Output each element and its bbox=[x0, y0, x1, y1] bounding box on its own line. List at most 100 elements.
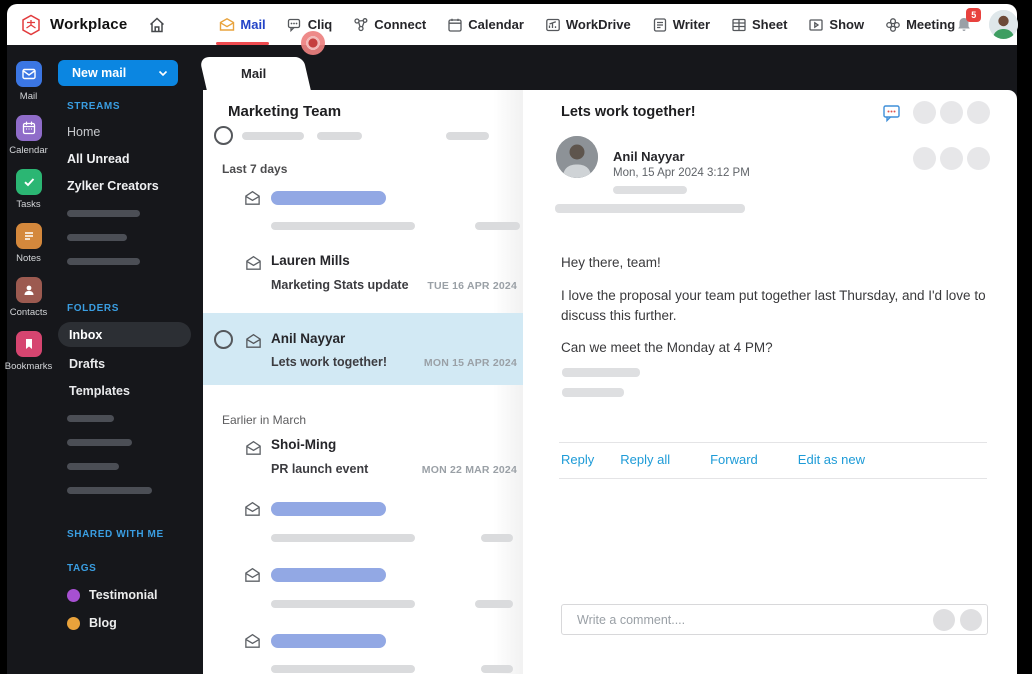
reply-all-link[interactable]: Reply all bbox=[620, 452, 670, 467]
sidebar-item-inbox[interactable]: Inbox bbox=[58, 322, 191, 347]
mail-icon bbox=[219, 17, 235, 33]
mail-app-icon bbox=[15, 61, 42, 87]
user-avatar[interactable] bbox=[989, 10, 1019, 39]
action-circle-button[interactable] bbox=[940, 147, 963, 170]
topbar-right: 5 bbox=[955, 7, 1019, 39]
brand-name: Workplace bbox=[50, 16, 128, 33]
nav-writer[interactable]: Writer bbox=[652, 4, 710, 45]
mail-content: Mail Marketing Team Last 7 days Lauren M… bbox=[203, 45, 1017, 674]
skeleton-subject-bar bbox=[271, 665, 415, 673]
tasks-app-icon bbox=[15, 169, 42, 195]
email-body-paragraph: Hey there, team! bbox=[561, 255, 661, 270]
tag-label: Testimonial bbox=[89, 588, 158, 602]
mail-list-title: Marketing Team bbox=[228, 103, 342, 120]
sidebar-item-zylker-creators[interactable]: Zylker Creators bbox=[67, 179, 203, 193]
nav-sheet[interactable]: Sheet bbox=[731, 4, 787, 45]
action-circle-button[interactable] bbox=[967, 147, 990, 170]
tag-testimonial[interactable]: Testimonial bbox=[67, 588, 203, 602]
comment-circle-button[interactable] bbox=[933, 608, 955, 631]
tab-mail-label: Mail bbox=[241, 66, 267, 81]
sidebar-skeleton-bar bbox=[67, 439, 132, 446]
forward-link[interactable]: Forward bbox=[710, 452, 758, 467]
action-circle-button[interactable] bbox=[913, 101, 936, 124]
tab-mail[interactable]: Mail bbox=[207, 57, 311, 91]
rail-item-contacts[interactable]: Contacts bbox=[10, 277, 47, 318]
reading-pane: Lets work together! Anil Nayyar Mon, 15 … bbox=[523, 90, 1017, 674]
tag-blog[interactable]: Blog bbox=[67, 616, 203, 630]
nav-workdrive[interactable]: WorkDrive bbox=[545, 4, 631, 45]
top-bar: Workplace Mail Cliq Connect Calendar Wor… bbox=[7, 4, 1019, 45]
mail-date: TUE 16 APR 2024 bbox=[427, 280, 517, 292]
content-panels: Marketing Team Last 7 days Lauren Mills … bbox=[203, 90, 1017, 674]
nav-meeting[interactable]: Meeting bbox=[885, 4, 955, 45]
rail-item-tasks[interactable]: Tasks bbox=[15, 169, 42, 210]
skeleton-subject-bar bbox=[271, 534, 415, 542]
comment-icon[interactable] bbox=[882, 103, 902, 123]
comment-input[interactable] bbox=[562, 612, 933, 627]
nav-cliq-label: Cliq bbox=[307, 17, 333, 32]
nav-workdrive-label: WorkDrive bbox=[565, 17, 631, 32]
home-icon[interactable] bbox=[147, 15, 167, 35]
envelope-icon bbox=[243, 189, 262, 207]
mail-row-anil-nayyar-selected[interactable]: Anil Nayyar Lets work together! MON 15 A… bbox=[203, 313, 523, 385]
sidebar-item-all-unread[interactable]: All Unread bbox=[67, 152, 203, 166]
edit-as-new-link[interactable]: Edit as new bbox=[798, 452, 865, 467]
sidebar-item-templates[interactable]: Templates bbox=[69, 384, 203, 398]
rail-item-bookmarks[interactable]: Bookmarks bbox=[5, 331, 52, 372]
email-header-actions bbox=[882, 101, 990, 124]
email-body-paragraph: Can we meet the Monday at 4 PM? bbox=[561, 340, 773, 355]
cursor-click-indicator bbox=[301, 31, 325, 55]
email-action-links: Reply Reply all Forward Edit as new bbox=[561, 452, 865, 467]
nav-show[interactable]: Show bbox=[808, 4, 864, 45]
comment-circle-button[interactable] bbox=[960, 608, 982, 631]
select-circle[interactable] bbox=[214, 330, 233, 349]
app-body: Mail Calendar Tasks Notes Contacts Bookm… bbox=[5, 45, 1017, 674]
skeleton-date-bar bbox=[481, 665, 513, 673]
message-actions bbox=[913, 147, 990, 170]
shared-section-label[interactable]: SHARED WITH ME bbox=[67, 529, 203, 540]
action-circle-button[interactable] bbox=[913, 147, 936, 170]
new-mail-button[interactable]: New mail bbox=[58, 60, 178, 86]
envelope-icon bbox=[243, 566, 262, 584]
app-window: Workplace Mail Cliq Connect Calendar Wor… bbox=[5, 0, 1019, 674]
skeleton-date-bar bbox=[475, 600, 513, 608]
nav-calendar[interactable]: Calendar bbox=[447, 4, 524, 45]
nav-mail[interactable]: Mail bbox=[216, 4, 270, 45]
comment-box bbox=[561, 604, 988, 635]
sidebar-item-drafts[interactable]: Drafts bbox=[69, 357, 203, 371]
meeting-icon bbox=[885, 17, 901, 33]
skeleton-bar bbox=[317, 132, 362, 140]
rail-item-notes[interactable]: Notes bbox=[15, 223, 42, 264]
envelope-icon bbox=[243, 500, 262, 518]
action-circle-button[interactable] bbox=[967, 101, 990, 124]
notifications-bell-icon[interactable]: 5 bbox=[955, 7, 982, 34]
skeleton-bar bbox=[242, 132, 304, 140]
mail-subject: PR launch event bbox=[271, 462, 369, 476]
select-circle[interactable] bbox=[214, 126, 233, 145]
connect-icon bbox=[353, 17, 369, 33]
sidebar-item-home[interactable]: Home bbox=[67, 125, 203, 139]
group-label: Earlier in March bbox=[222, 413, 307, 427]
workplace-logo[interactable]: Workplace bbox=[19, 13, 127, 37]
group-label: Last 7 days bbox=[222, 162, 288, 176]
skeleton-sender-bar bbox=[271, 568, 386, 582]
rail-item-calendar[interactable]: Calendar bbox=[9, 115, 48, 156]
reply-link[interactable]: Reply bbox=[561, 452, 594, 467]
rail-item-mail[interactable]: Mail bbox=[15, 61, 42, 102]
mail-subject: Marketing Stats update bbox=[271, 278, 409, 292]
mail-date: MON 15 APR 2024 bbox=[423, 357, 517, 369]
mail-sender: Anil Nayyar bbox=[271, 331, 346, 346]
chevron-down-icon bbox=[158, 70, 168, 77]
action-circle-button[interactable] bbox=[940, 101, 963, 124]
signature-skeleton-bar bbox=[562, 388, 624, 397]
calendar-icon bbox=[447, 17, 463, 33]
nav-meeting-label: Meeting bbox=[906, 17, 956, 32]
envelope-icon bbox=[244, 254, 263, 272]
envelope-icon bbox=[243, 632, 262, 650]
workplace-logo-icon bbox=[19, 13, 43, 37]
nav-connect[interactable]: Connect bbox=[353, 4, 426, 45]
skeleton-bar bbox=[613, 186, 687, 194]
sidebar-skeleton-bar bbox=[67, 463, 119, 470]
sender-name: Anil Nayyar bbox=[613, 149, 685, 164]
sender-avatar[interactable] bbox=[556, 136, 598, 178]
